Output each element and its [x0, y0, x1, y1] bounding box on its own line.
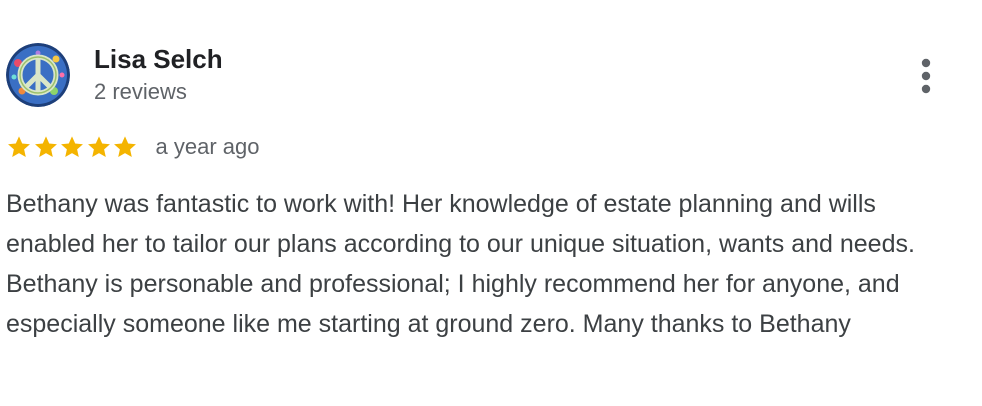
star-icon [112, 134, 138, 160]
star-rating [6, 134, 139, 160]
review-date: a year ago [155, 134, 260, 159]
more-options-button[interactable] [906, 54, 946, 98]
reviewer-name[interactable]: Lisa Selch [94, 43, 223, 75]
review-count: 2 reviews [94, 79, 187, 104]
reviewer-avatar[interactable] [6, 43, 70, 107]
star-icon [86, 134, 112, 160]
peace-sign-icon [6, 43, 70, 107]
rating-row: a year ago [6, 131, 259, 163]
star-icon [33, 134, 59, 160]
review-text: Bethany was fantastic to work with! Her … [6, 190, 915, 338]
star-icon [6, 134, 32, 160]
more-vertical-icon [921, 58, 931, 94]
star-icon [59, 134, 85, 160]
review-card: Lisa Selch 2 reviews a year ago Bethany … [0, 0, 982, 406]
